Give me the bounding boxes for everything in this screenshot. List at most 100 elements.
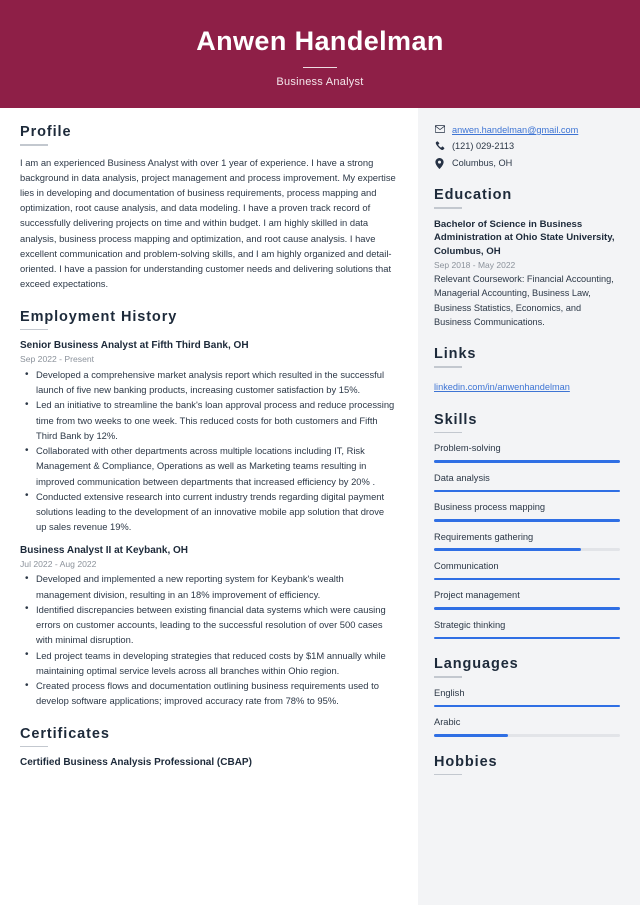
skill-bar-track [434, 519, 620, 522]
skill-item: Requirements gathering [434, 531, 620, 551]
section-rule [434, 431, 462, 434]
employment-title: Senior Business Analyst at Fifth Third B… [20, 340, 249, 352]
bullet-item: Led an initiative to streamline the bank… [20, 397, 396, 443]
section-profile: Profile I am an experienced Business Ana… [20, 124, 396, 292]
skill-bar-fill [434, 489, 620, 493]
section-title-languages: Languages [434, 656, 519, 673]
certificate-title: Certified Business Analysis Professional… [20, 757, 252, 769]
language-item: Arabic [434, 716, 620, 737]
section-rule [434, 366, 462, 368]
section-links: Links linkedin.com/in/anwenhandelman [434, 346, 620, 395]
bullet-item: Identified discrepancies between existin… [20, 601, 396, 648]
sidebar-column: anwen.handelman@gmail.com (121) 029-2113… [418, 108, 640, 905]
skill-label: Project management [434, 590, 520, 601]
language-item: English [434, 687, 620, 708]
employment-bullets: Developed and implemented a new reportin… [20, 571, 396, 708]
contact-email-link[interactable]: anwen.handelman@gmail.com [452, 124, 578, 136]
contact-location-text: Columbus, OH [452, 157, 513, 168]
bullet-item: Developed and implemented a new reportin… [20, 571, 396, 601]
candidate-job-title: Business Analyst [276, 75, 364, 88]
contact-location-row: Columbus, OH [434, 157, 620, 169]
employment-title: Business Analyst II at Keybank, OH [20, 544, 189, 556]
section-title-links: Links [434, 346, 477, 363]
contact-email-row: anwen.handelman@gmail.com [434, 124, 620, 136]
employment-bullets: Developed a comprehensive market analysi… [20, 366, 396, 535]
employment-entry: Senior Business Analyst at Fifth Third B… [20, 339, 396, 534]
skill-bar-fill [434, 519, 620, 522]
phone-icon [434, 140, 445, 151]
skill-label: Strategic thinking [434, 619, 506, 630]
location-pin-icon [434, 157, 445, 169]
linkedin-link[interactable]: linkedin.com/in/anwenhandelman [434, 382, 570, 392]
skill-item: Problem-solving [434, 442, 620, 463]
contact-phone-text: (121) 029-2113 [452, 141, 515, 152]
skill-bar-fill [434, 460, 620, 463]
skill-bar-fill [434, 636, 620, 640]
skill-label: Data analysis [434, 472, 490, 483]
skill-label: Communication [434, 560, 499, 571]
section-rule [434, 773, 462, 776]
section-hobbies: Hobbies [434, 754, 620, 776]
skill-bar-fill [434, 548, 581, 551]
section-title-employment: Employment History [20, 308, 178, 325]
section-title-skills: Skills [434, 411, 478, 428]
candidate-name: Anwen Handelman [196, 26, 444, 57]
employment-date: Jul 2022 - Aug 2022 [20, 558, 97, 569]
bullet-item: Led project teams in developing strategi… [20, 647, 396, 678]
skill-item: Data analysis [434, 472, 620, 493]
section-rule [434, 207, 462, 209]
skill-label: Requirements gathering [434, 531, 534, 542]
language-label: English [434, 687, 465, 698]
section-education: Education Bachelor of Science in Busines… [434, 187, 620, 329]
language-bar-fill [434, 734, 509, 737]
language-bar-track [434, 704, 620, 708]
envelope-icon [434, 124, 445, 133]
skill-bar-track [434, 489, 620, 493]
education-date: Sep 2018 - May 2022 [434, 259, 516, 270]
bullet-item: Created process flows and documentation … [20, 678, 396, 708]
skill-bar-track [434, 460, 620, 463]
education-degree: Bachelor of Science in Business Administ… [434, 218, 615, 257]
skill-bar-track [434, 548, 620, 551]
section-certificates: Certificates Certified Business Analysis… [20, 726, 396, 771]
education-entry: Bachelor of Science in Business Administ… [434, 218, 620, 329]
skill-bar-track [434, 607, 620, 610]
section-rule [434, 676, 462, 678]
skill-bar-track [434, 636, 620, 640]
skill-item: Business process mapping [434, 501, 620, 522]
resume-page: Anwen Handelman Business Analyst Profile… [0, 0, 640, 905]
section-title-hobbies: Hobbies [434, 753, 498, 770]
bullet-item: Developed a comprehensive market analysi… [20, 366, 396, 397]
skill-bar-fill [434, 607, 620, 610]
section-rule [20, 745, 48, 748]
section-languages: Languages English Arabic [434, 656, 620, 737]
skill-item: Project management [434, 589, 620, 610]
profile-text: I am an experienced Business Analyst wit… [20, 156, 396, 290]
skill-item: Strategic thinking [434, 619, 620, 640]
language-label: Arabic [434, 717, 461, 728]
language-bar-track [434, 734, 620, 737]
skill-item: Communication [434, 560, 620, 581]
contact-details: anwen.handelman@gmail.com (121) 029-2113… [434, 124, 620, 169]
section-rule [20, 144, 48, 146]
employment-entry: Business Analyst II at Keybank, OH Jul 2… [20, 544, 396, 709]
resume-body: Profile I am an experienced Business Ana… [0, 108, 640, 905]
header-divider [303, 66, 337, 68]
section-employment-history: Employment History Senior Business Analy… [20, 309, 396, 709]
bullet-item: Collaborated with other departments acro… [20, 443, 396, 489]
bullet-item: Conducted extensive research into curren… [20, 488, 396, 535]
language-bar-fill [434, 704, 620, 708]
section-skills: Skills Problem-solving Data analysis Bus… [434, 412, 620, 640]
section-rule [20, 328, 48, 331]
section-title-education: Education [434, 187, 513, 204]
employment-date: Sep 2022 - Present [20, 354, 95, 365]
education-description: Relevant Coursework: Financial Accountin… [434, 274, 614, 327]
resume-header: Anwen Handelman Business Analyst [0, 0, 640, 108]
skill-label: Problem-solving [434, 443, 501, 454]
skill-bar-fill [434, 577, 620, 581]
skill-label: Business process mapping [434, 502, 546, 513]
contact-phone-row: (121) 029-2113 [434, 140, 620, 152]
section-title-profile: Profile [20, 124, 72, 140]
skill-bar-track [434, 577, 620, 581]
main-column: Profile I am an experienced Business Ana… [0, 108, 418, 905]
